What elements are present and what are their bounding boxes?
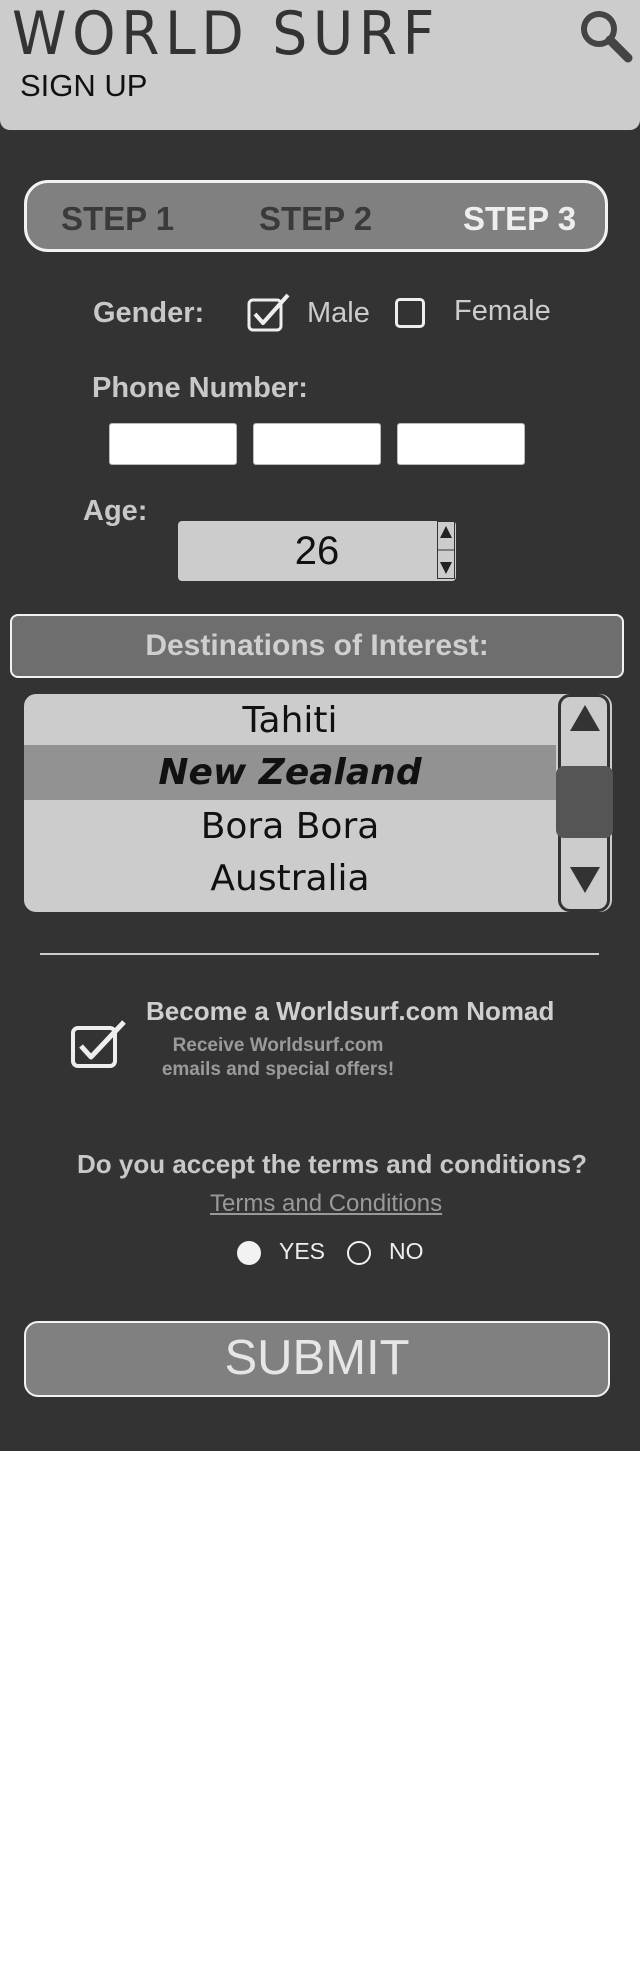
scroll-up-arrow-icon[interactable] — [570, 705, 600, 731]
signup-screen: WORLD SURF SIGN UP STEP 1 STEP 2 STEP 3 … — [0, 0, 640, 1451]
step-indicator: STEP 1 STEP 2 STEP 3 — [24, 180, 608, 252]
nomad-title[interactable]: Become a Worldsurf.com Nomad — [146, 995, 554, 1027]
female-option-label[interactable]: Female — [454, 294, 551, 328]
age-field[interactable]: 26 — [178, 521, 456, 581]
divider — [40, 953, 599, 955]
terms-link[interactable]: Terms and Conditions — [210, 1189, 442, 1219]
nomad-checkbox-checked-icon[interactable] — [70, 1018, 128, 1070]
terms-question: Do you accept the terms and conditions? — [77, 1149, 587, 1179]
no-radio[interactable] — [347, 1241, 371, 1265]
male-option-label[interactable]: Male — [307, 296, 370, 330]
phone-area-code-input[interactable] — [109, 423, 237, 465]
stepper-arrows-icon[interactable] — [438, 522, 454, 578]
destinations-button[interactable]: Destinations of Interest: — [10, 614, 624, 678]
step-2[interactable]: STEP 2 — [259, 200, 372, 238]
header: WORLD SURF SIGN UP — [0, 0, 640, 130]
age-stepper[interactable] — [437, 521, 455, 579]
phone-prefix-input[interactable] — [253, 423, 381, 465]
gender-label: Gender: — [93, 297, 205, 329]
step-1[interactable]: STEP 1 — [61, 200, 174, 238]
step-3[interactable]: STEP 3 — [463, 200, 576, 238]
submit-button[interactable]: SUBMIT — [24, 1321, 610, 1397]
list-item-new-zealand[interactable]: New Zealand — [24, 745, 556, 800]
submit-label: SUBMIT — [224, 1331, 410, 1385]
scroll-down-arrow-icon[interactable] — [570, 867, 600, 893]
search-icon[interactable] — [578, 8, 634, 64]
list-item-bora-bora[interactable]: Bora Bora — [24, 802, 556, 852]
nomad-subtitle: Receive Worldsurf.com emails and special… — [161, 1035, 395, 1080]
yes-label[interactable]: YES — [279, 1237, 325, 1265]
female-checkbox[interactable] — [395, 298, 425, 328]
no-label[interactable]: NO — [389, 1237, 424, 1265]
brand-title: WORLD SURF — [12, 0, 440, 69]
list-item-tahiti[interactable]: Tahiti — [24, 696, 556, 746]
age-value[interactable]: 26 — [178, 521, 456, 581]
list-item-australia[interactable]: Australia — [24, 854, 556, 904]
age-label: Age: — [83, 495, 148, 527]
male-checkbox-checked-icon[interactable] — [246, 292, 294, 334]
yes-radio[interactable] — [237, 1241, 261, 1265]
phone-line-number-input[interactable] — [397, 423, 525, 465]
phone-label: Phone Number: — [92, 372, 308, 404]
destinations-list[interactable]: Tahiti New Zealand Bora Bora Australia — [24, 694, 612, 912]
page-title: SIGN UP — [20, 68, 148, 103]
scrollbar-thumb[interactable] — [556, 766, 613, 838]
destinations-label: Destinations of Interest: — [145, 629, 489, 662]
